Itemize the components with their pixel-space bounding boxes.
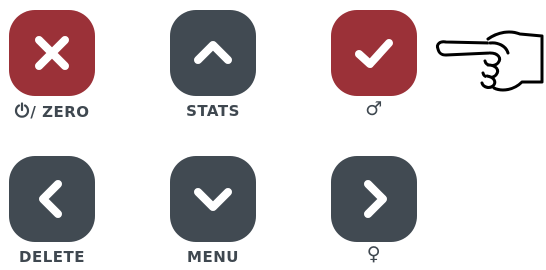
delete-button[interactable] [9, 156, 95, 242]
female-label: ♀ [366, 243, 382, 265]
menu-label: MENU [187, 248, 239, 266]
delete-label: DELETE [19, 248, 85, 266]
stats-button[interactable] [170, 10, 256, 96]
power-icon [14, 102, 30, 122]
chevron-right-icon [364, 180, 387, 218]
pointing-hand-icon [436, 30, 544, 92]
male-button[interactable] [331, 10, 417, 96]
male-label: ♂ [365, 98, 383, 120]
chevron-down-icon [194, 188, 232, 211]
zero-button[interactable] [9, 10, 95, 96]
chevron-left-icon [39, 180, 62, 218]
menu-button[interactable] [170, 156, 256, 242]
stats-label: STATS [186, 102, 240, 120]
check-icon [355, 39, 393, 68]
zero-label: / ZERO [0, 102, 112, 122]
close-icon [35, 36, 69, 70]
female-button[interactable] [331, 156, 417, 242]
chevron-up-icon [194, 41, 232, 64]
